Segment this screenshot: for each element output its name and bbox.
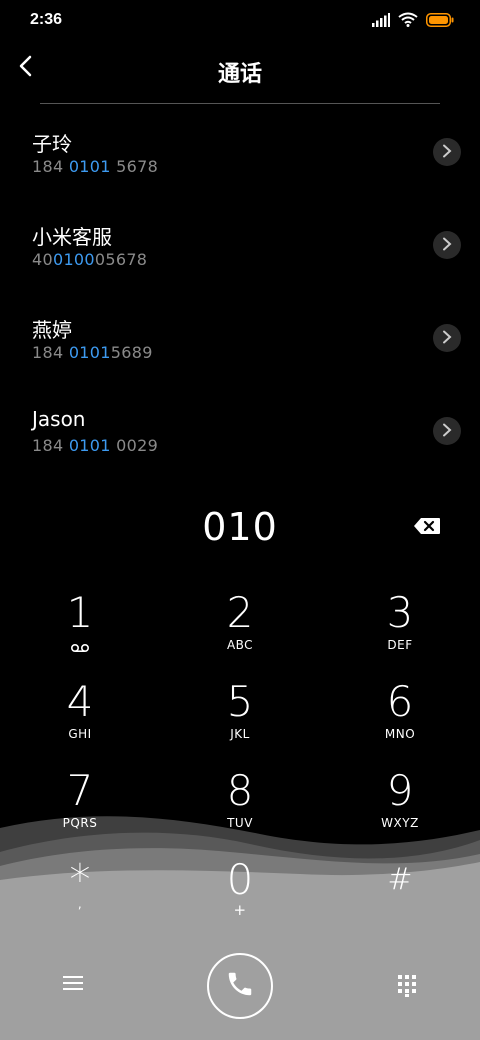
menu-button[interactable]: [58, 970, 88, 1000]
key-letters: TUV: [227, 816, 253, 830]
number-match-highlight: 0100: [52, 250, 95, 269]
dialpad-icon: [394, 975, 420, 1002]
key-letters: WXYZ: [381, 816, 419, 830]
contact-detail-button[interactable]: [433, 231, 461, 259]
status-bar: 2:36: [0, 0, 480, 42]
dialpad-toggle-button[interactable]: [394, 972, 420, 998]
contact-name: 小米客服: [32, 225, 112, 249]
key-digit: 3: [386, 588, 414, 637]
dialer-screen: 2:36 通话 子玲 184 0101 5678 小米客服 4001000567…: [0, 0, 480, 1040]
key-digit: 6: [386, 677, 414, 726]
key-letters: JKL: [230, 727, 250, 741]
page-title: 通话: [217, 62, 262, 87]
number-match-highlight: 0101: [68, 436, 111, 455]
contact-detail-button[interactable]: [433, 138, 461, 166]
chevron-right-icon: [442, 329, 452, 348]
contact-name: 子玲: [32, 132, 72, 156]
key-2[interactable]: 2 ABC: [160, 590, 320, 678]
key-5[interactable]: 5 JKL: [160, 679, 320, 767]
backspace-icon: [412, 518, 442, 541]
status-time: 2:36: [30, 11, 63, 28]
result-row[interactable]: Jason 184 0101 0029: [0, 397, 480, 490]
key-digit: 4: [66, 677, 94, 726]
contact-number: 40010005678: [32, 250, 148, 269]
key-letters: DEF: [387, 638, 413, 652]
key-7[interactable]: 7 PQRS: [0, 768, 160, 856]
result-row[interactable]: 小米客服 40010005678: [0, 211, 480, 304]
wifi-icon: [398, 12, 418, 31]
contact-name: Jason: [32, 407, 86, 431]
key-hash[interactable]: #: [320, 857, 480, 945]
key-letters: ,: [77, 897, 83, 911]
chevron-right-icon: [442, 143, 452, 162]
backspace-button[interactable]: [412, 515, 442, 537]
key-8[interactable]: 8 TUV: [160, 768, 320, 856]
signal-icon: [372, 12, 390, 31]
key-letters: GHI: [68, 727, 92, 741]
header-divider: [40, 103, 440, 104]
bottom-bar: [0, 950, 480, 1022]
menu-icon: [63, 975, 83, 995]
battery-icon: [426, 12, 454, 31]
key-4[interactable]: 4 GHI: [0, 679, 160, 767]
key-digit: 1: [66, 588, 94, 637]
header: 通话: [0, 42, 480, 104]
status-icons: [372, 12, 454, 31]
contact-detail-button[interactable]: [433, 324, 461, 352]
key-6[interactable]: 6 MNO: [320, 679, 480, 767]
result-row[interactable]: 子玲 184 0101 5678: [0, 118, 480, 211]
number-match-highlight: 0101: [68, 343, 111, 362]
key-digit: 5: [226, 677, 254, 726]
chevron-right-icon: [442, 236, 452, 255]
phone-icon: [225, 969, 255, 1003]
key-letters: +: [233, 901, 247, 919]
key-letters: MNO: [384, 727, 416, 741]
call-button[interactable]: [207, 953, 273, 1019]
key-digit: #: [387, 862, 413, 897]
key-letters: PQRS: [62, 816, 98, 830]
contact-number: 184 0101 0029: [32, 436, 159, 455]
contact-detail-button[interactable]: [433, 417, 461, 445]
key-digit: 8: [226, 766, 254, 815]
key-9[interactable]: 9 WXYZ: [320, 768, 480, 856]
key-3[interactable]: 3 DEF: [320, 590, 480, 678]
number-match-highlight: 0101: [68, 157, 111, 176]
contact-number: 184 0101 5678: [32, 157, 159, 176]
contact-number: 184 01015689: [32, 343, 153, 362]
key-star[interactable]: * ,: [0, 857, 160, 945]
key-digit: 2: [226, 588, 254, 637]
result-row[interactable]: 燕婷 184 01015689: [0, 304, 480, 397]
key-digit: 0: [226, 855, 254, 904]
key-digit: 7: [66, 766, 94, 815]
voicemail-icon: [70, 638, 90, 657]
contact-name: 燕婷: [32, 318, 72, 342]
search-results: 子玲 184 0101 5678 小米客服 40010005678 燕婷 184…: [0, 118, 480, 490]
key-1[interactable]: 1: [0, 590, 160, 678]
dial-input[interactable]: 010: [0, 505, 480, 553]
key-0[interactable]: 0 +: [160, 857, 320, 945]
key-letters: ABC: [226, 638, 254, 652]
key-digit: 9: [386, 766, 414, 815]
chevron-right-icon: [442, 422, 452, 441]
